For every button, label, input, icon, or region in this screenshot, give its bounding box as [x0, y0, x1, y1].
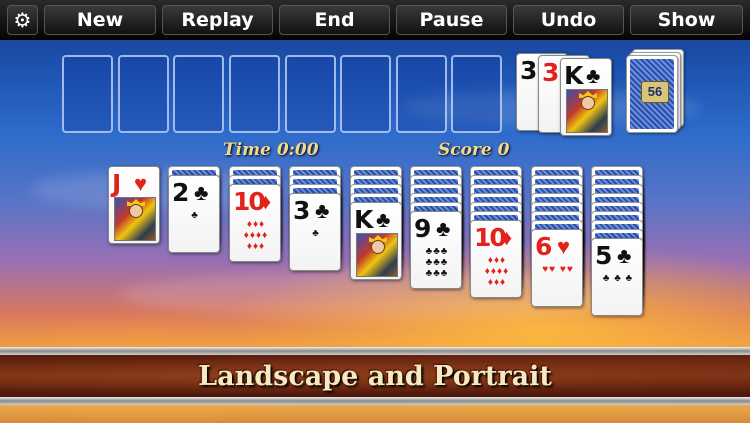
foundation-slot[interactable] [396, 55, 447, 133]
settings-button[interactable]: ⚙ [7, 5, 38, 35]
club-icon: ♣ [376, 207, 391, 232]
diamond-icon: ♦ [501, 225, 513, 250]
card-rank: 2 [172, 178, 189, 207]
score: Score 0 [438, 140, 510, 160]
show-button[interactable]: Show [630, 5, 743, 35]
foundation-slot[interactable] [62, 55, 113, 133]
undo-button[interactable]: Undo [513, 5, 624, 35]
card-rank: 3 [293, 196, 310, 225]
card-rank: 3 [542, 58, 559, 87]
diamond-icon: ♦ [260, 189, 272, 214]
foundation-slot[interactable] [173, 55, 224, 133]
timer: Time 0:00 [223, 140, 319, 160]
end-button[interactable]: End [279, 5, 390, 35]
card-rank: K [354, 205, 373, 234]
tableau-card[interactable]: K ♣ [350, 202, 402, 280]
tableau-card[interactable]: J ♥ [108, 166, 160, 244]
stock-count: 56 [641, 81, 669, 103]
card-pips: ♣ ♣ ♣ [602, 273, 634, 284]
card-rank: J [112, 169, 121, 198]
club-icon: ♣ [315, 198, 330, 223]
stock-pile[interactable]: 56 [626, 55, 678, 133]
card-pips: ♣♣♣ ♣♣♣ ♣♣♣ [425, 246, 449, 279]
promo-banner: Landscape and Portrait [0, 355, 750, 397]
foundation-slot[interactable] [285, 55, 336, 133]
banner-text: Landscape and Portrait [198, 360, 552, 392]
club-icon: ♣ [617, 243, 632, 268]
foundation-slot[interactable] [340, 55, 391, 133]
tableau-card[interactable]: 10 ♦ ♦♦♦ ♦♦♦♦ ♦♦♦ [229, 184, 281, 262]
card-rank: 3 [520, 56, 537, 85]
face-head [129, 204, 143, 218]
club-icon: ♣ [194, 180, 209, 205]
card-pips: ♦♦♦ ♦♦♦♦ ♦♦♦ [484, 255, 510, 288]
king-face-art [566, 89, 608, 133]
banner-rail-top [0, 347, 750, 355]
face-head [371, 240, 385, 254]
face-head [581, 96, 595, 110]
club-icon: ♣ [586, 63, 601, 88]
heart-icon: ♥ [134, 171, 148, 196]
card-rank: K [564, 61, 583, 90]
card-pips: ♣ [191, 210, 199, 221]
tableau-card[interactable]: 6 ♥ ♥♥ ♥♥ [531, 229, 583, 307]
card-rank: 9 [414, 214, 431, 243]
banner-rail-bottom [0, 397, 750, 405]
tableau-card[interactable]: 5 ♣ ♣ ♣ ♣ [591, 238, 643, 316]
tableau-card[interactable]: 2 ♣ ♣ [168, 175, 220, 253]
gear-icon: ⚙ [13, 8, 32, 32]
foundation-slot[interactable] [118, 55, 169, 133]
heart-icon: ♥ [557, 234, 571, 259]
court-face-art [114, 197, 156, 241]
card-rank: 6 [535, 232, 552, 261]
card-pips: ♦♦♦ ♦♦♦♦ ♦♦♦ [243, 219, 269, 252]
tableau-card[interactable]: 9 ♣ ♣♣♣ ♣♣♣ ♣♣♣ [410, 211, 462, 289]
tableau-card[interactable]: 10 ♦ ♦♦♦ ♦♦♦♦ ♦♦♦ [470, 220, 522, 298]
card-pips: ♣ [312, 228, 320, 239]
court-face-art [356, 233, 398, 277]
pause-button[interactable]: Pause [396, 5, 507, 35]
club-icon: ♣ [436, 216, 451, 241]
new-button[interactable]: New [44, 5, 156, 35]
foundation-slot[interactable] [451, 55, 502, 133]
card-rank: 5 [595, 241, 612, 270]
card-pips: ♥♥ ♥♥ [542, 264, 574, 275]
toolbar: ⚙ New Replay End Pause Undo Show [0, 0, 750, 40]
tableau-card[interactable]: 3 ♣ ♣ [289, 193, 341, 271]
replay-button[interactable]: Replay [162, 5, 273, 35]
foundation-slot[interactable] [229, 55, 280, 133]
waste-top-card[interactable]: K ♣ [560, 58, 612, 136]
